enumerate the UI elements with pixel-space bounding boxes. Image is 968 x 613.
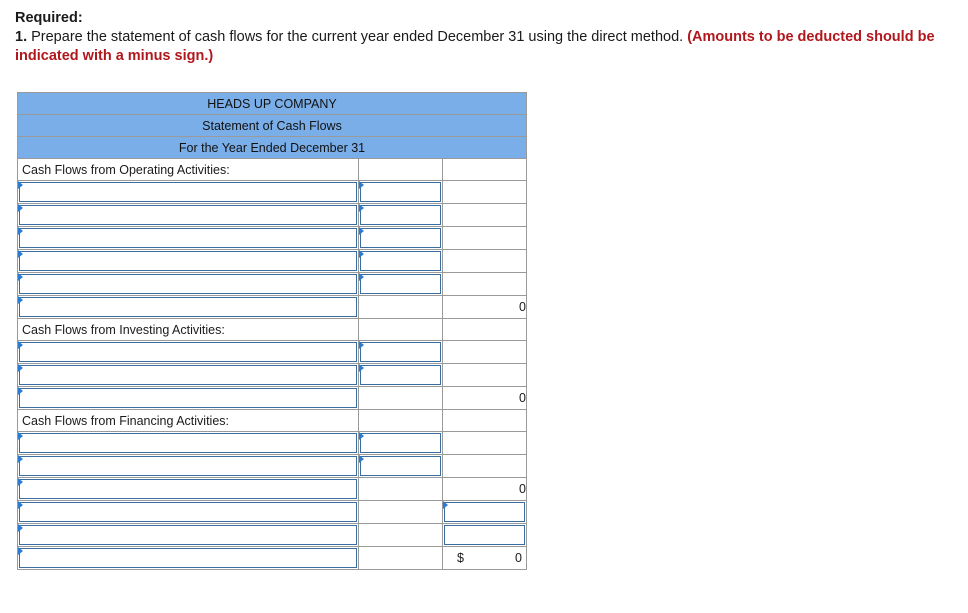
dropdown-marker-icon	[443, 501, 448, 509]
operating-description-input[interactable]	[19, 228, 357, 248]
table-row	[17, 363, 527, 387]
ending-cash-label-input[interactable]	[19, 548, 357, 568]
financing-total-label-input[interactable]	[19, 479, 357, 499]
empty-cell	[442, 158, 527, 181]
table-row: 0	[17, 295, 527, 319]
dropdown-marker-icon	[359, 341, 364, 349]
currency-symbol: $	[457, 551, 464, 565]
operating-description-input[interactable]	[19, 274, 357, 294]
ending-cash-cell: $0	[443, 547, 526, 569]
instruction-body: Prepare the statement of cash flows for …	[27, 29, 688, 45]
dropdown-marker-icon	[18, 432, 23, 440]
operating-description-input[interactable]	[19, 251, 357, 271]
operating-total-label-input[interactable]	[19, 297, 357, 317]
dropdown-marker-icon	[359, 227, 364, 235]
operating-total-value: 0	[442, 295, 527, 319]
dropdown-marker-icon	[18, 478, 23, 486]
operating-description-input[interactable]	[19, 205, 357, 225]
investing-description-input[interactable]	[19, 365, 357, 385]
dropdown-marker-icon	[18, 524, 23, 532]
financing-amount-input[interactable]	[360, 433, 441, 453]
investing-section-label: Cash Flows from Investing Activities:	[17, 318, 359, 341]
dropdown-marker-icon	[359, 181, 364, 189]
investing-total-value: 0	[442, 386, 527, 410]
financing-description-input[interactable]	[19, 433, 357, 453]
dropdown-marker-icon	[18, 501, 23, 509]
statement-period-header: For the Year Ended December 31	[17, 136, 527, 159]
dropdown-marker-icon	[359, 273, 364, 281]
investing-amount-input[interactable]	[360, 365, 441, 385]
table-row	[17, 523, 527, 547]
dropdown-marker-icon	[18, 341, 23, 349]
operating-amount-input[interactable]	[360, 251, 441, 271]
financing-amount-input[interactable]	[360, 456, 441, 476]
investing-amount-input[interactable]	[360, 342, 441, 362]
section-row: Cash Flows from Operating Activities:	[17, 158, 527, 181]
net-change-label-input[interactable]	[19, 502, 357, 522]
required-heading: Required:	[15, 10, 83, 26]
ending-cash-value: 0	[515, 551, 522, 565]
statement-title-header: Statement of Cash Flows	[17, 114, 527, 137]
table-row	[17, 180, 527, 204]
dropdown-marker-icon	[18, 273, 23, 281]
dropdown-marker-icon	[359, 455, 364, 463]
financing-total-value: 0	[442, 477, 527, 501]
empty-cell	[358, 158, 443, 181]
operating-amount-input[interactable]	[360, 182, 441, 202]
table-row	[17, 340, 527, 364]
table-row	[17, 203, 527, 227]
net-change-amount-input[interactable]	[444, 502, 525, 522]
table-row	[17, 431, 527, 455]
table-row: $0	[17, 546, 527, 570]
dropdown-marker-icon	[359, 432, 364, 440]
section-row: Cash Flows from Financing Activities:	[17, 409, 527, 432]
investing-description-input[interactable]	[19, 342, 357, 362]
dropdown-marker-icon	[18, 364, 23, 372]
table-row	[17, 272, 527, 296]
beginning-cash-label-input[interactable]	[19, 525, 357, 545]
table-row	[17, 500, 527, 524]
operating-amount-input[interactable]	[360, 274, 441, 294]
dropdown-marker-icon	[18, 547, 23, 555]
dropdown-marker-icon	[18, 204, 23, 212]
table-row	[17, 226, 527, 250]
operating-section-label: Cash Flows from Operating Activities:	[17, 158, 359, 181]
financing-description-input[interactable]	[19, 456, 357, 476]
instruction-text: 1. Prepare the statement of cash flows f…	[15, 28, 955, 66]
instructions: Required: 1. Prepare the statement of ca…	[15, 9, 955, 66]
dropdown-marker-icon	[18, 387, 23, 395]
table-row: 0	[17, 477, 527, 501]
operating-description-input[interactable]	[19, 182, 357, 202]
financing-section-label: Cash Flows from Financing Activities:	[17, 409, 359, 432]
section-row: Cash Flows from Investing Activities:	[17, 318, 527, 341]
dropdown-marker-icon	[18, 455, 23, 463]
table-row	[17, 454, 527, 478]
cash-flow-statement: HEADS UP COMPANY Statement of Cash Flows…	[17, 92, 527, 570]
dropdown-marker-icon	[18, 227, 23, 235]
dropdown-marker-icon	[18, 296, 23, 304]
dropdown-marker-icon	[359, 250, 364, 258]
dropdown-marker-icon	[359, 364, 364, 372]
dropdown-marker-icon	[18, 250, 23, 258]
beginning-cash-amount-input[interactable]	[444, 525, 525, 545]
dropdown-marker-icon	[359, 204, 364, 212]
dropdown-marker-icon	[18, 181, 23, 189]
company-name-header: HEADS UP COMPANY	[17, 92, 527, 115]
instruction-number: 1.	[15, 29, 28, 45]
investing-total-label-input[interactable]	[19, 388, 357, 408]
table-row	[17, 249, 527, 273]
operating-amount-input[interactable]	[360, 228, 441, 248]
operating-amount-input[interactable]	[360, 205, 441, 225]
table-row: 0	[17, 386, 527, 410]
